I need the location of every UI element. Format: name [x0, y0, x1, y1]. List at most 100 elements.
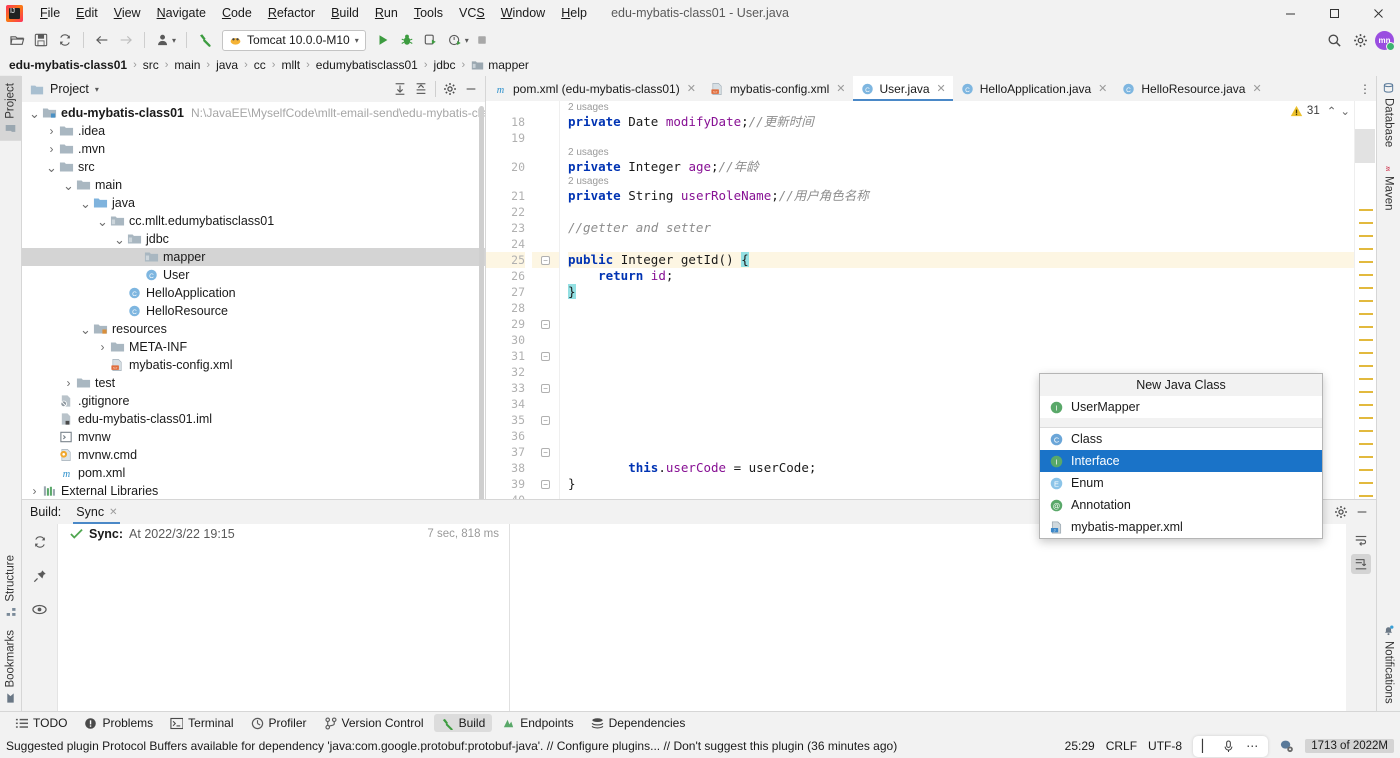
chevron-down-icon[interactable]: ⌄ [45, 161, 58, 174]
sidebar-item-database[interactable]: Database [1377, 76, 1400, 154]
tree-node[interactable]: ⌄ cc.mllt.edumybatisclass01 [22, 212, 485, 230]
breadcrumb-item-8[interactable]: mapper [468, 57, 532, 73]
fold-marker-icon[interactable]: − [532, 476, 559, 492]
fold-marker-icon[interactable]: − [532, 412, 559, 428]
project-tree[interactable]: ⌄ edu-mybatis-class01 N:\JavaEE\MyselfCode… [22, 102, 485, 499]
inspection-marker[interactable] [1359, 404, 1373, 406]
close-icon[interactable]: ✕ [1098, 82, 1107, 95]
tree-node[interactable]: ⌄ src [22, 158, 485, 176]
tree-node[interactable]: C User [22, 266, 485, 284]
tool-window-button-endpoints[interactable]: Endpoints [495, 714, 580, 732]
breadcrumb-item-4[interactable]: cc [251, 57, 269, 73]
breadcrumb-item-2[interactable]: main [171, 57, 203, 73]
next-highlight-icon[interactable]: ⌄ [1340, 104, 1350, 118]
menu-build[interactable]: Build [323, 3, 367, 23]
line-separator[interactable]: CRLF [1106, 739, 1137, 753]
inspection-marker[interactable] [1359, 274, 1373, 276]
debug-button[interactable] [396, 29, 418, 51]
settings-gear-icon[interactable] [1349, 29, 1371, 51]
inspection-marker[interactable] [1359, 482, 1373, 484]
prev-highlight-icon[interactable]: ⌃ [1327, 104, 1337, 118]
chevron-right-icon[interactable]: › [28, 484, 41, 498]
profiles-icon[interactable] [152, 29, 174, 51]
sidebar-item-project[interactable]: Project [0, 76, 21, 141]
build-hammer-icon[interactable] [194, 29, 216, 51]
tree-node[interactable]: › test [22, 374, 485, 392]
build-tab-sync[interactable]: Sync ✕ [71, 500, 122, 524]
popup-option-enum[interactable]: E Enum [1040, 472, 1322, 494]
menu-file[interactable]: FFileile [32, 3, 68, 23]
chevron-right-icon[interactable]: › [45, 124, 58, 138]
editor-tab[interactable]: C HelloResource.java ✕ [1114, 76, 1268, 101]
breadcrumb-item-0[interactable]: edu-mybatis-class01 [6, 57, 130, 73]
tree-node[interactable]: C HelloApplication [22, 284, 485, 302]
chevron-down-icon[interactable]: ⌄ [79, 323, 92, 336]
tree-node-selected[interactable]: mapper [22, 248, 485, 266]
tree-node[interactable]: › External Libraries [22, 482, 485, 499]
inspection-marker[interactable] [1359, 443, 1373, 445]
chevron-right-icon[interactable]: › [62, 376, 75, 390]
tool-window-button-dependencies[interactable]: Dependencies [584, 714, 693, 732]
chevron-down-icon[interactable]: ⌄ [79, 197, 92, 210]
toggle-view-icon[interactable] [30, 600, 50, 620]
scroll-to-end-icon[interactable] [1351, 554, 1371, 574]
popup-name-entry[interactable]: I UserMapper [1040, 396, 1322, 418]
chevron-down-icon[interactable]: ⌄ [113, 233, 126, 246]
inspection-marker[interactable] [1359, 287, 1373, 289]
fold-marker-icon[interactable]: − [532, 316, 559, 332]
inspection-marker[interactable] [1359, 248, 1373, 250]
tree-node[interactable]: <> mybatis-config.xml [22, 356, 485, 374]
caret-position[interactable]: 25:29 [1065, 739, 1095, 753]
menu-code[interactable]: Code [214, 3, 260, 23]
inspection-marker[interactable] [1359, 469, 1373, 471]
close-button[interactable] [1356, 0, 1400, 26]
sidebar-item-notifications[interactable]: Notifications [1377, 618, 1400, 711]
menu-run[interactable]: Run [367, 3, 406, 23]
tree-node[interactable]: ⌄ jdbc [22, 230, 485, 248]
new-java-class-popup[interactable]: New Java Class I UserMapper C Class I In… [1039, 373, 1323, 539]
inspection-marker[interactable] [1359, 456, 1373, 458]
project-chevron-down-icon[interactable]: ▾ [95, 85, 99, 94]
chevron-down-icon[interactable]: ⌄ [28, 107, 41, 120]
editor-tab[interactable]: m pom.xml (edu-mybatis-class01) ✕ [486, 76, 703, 101]
inspection-marker[interactable] [1359, 417, 1373, 419]
run-button[interactable] [372, 29, 394, 51]
expand-all-icon[interactable] [390, 79, 410, 99]
menu-navigate[interactable]: Navigate [149, 3, 214, 23]
profile-button[interactable] [444, 29, 466, 51]
minimize-button[interactable] [1268, 0, 1312, 26]
indent-icon[interactable]: ▏ [1202, 739, 1211, 753]
hide-panel-icon[interactable] [461, 79, 481, 99]
popup-option-class[interactable]: C Class [1040, 428, 1322, 450]
rerun-sync-icon[interactable] [30, 532, 50, 552]
tool-window-button-problems[interactable]: Problems [77, 714, 160, 732]
tree-node[interactable]: edu-mybatis-class01.iml [22, 410, 485, 428]
inspection-marker[interactable] [1359, 326, 1373, 328]
more-options-icon[interactable]: ⋯ [1246, 739, 1259, 753]
breadcrumb-item-3[interactable]: java [213, 57, 241, 73]
inspection-marker[interactable] [1359, 391, 1373, 393]
menu-tools[interactable]: Tools [406, 3, 451, 23]
tree-node[interactable]: › .mvn [22, 140, 485, 158]
tool-window-button-terminal[interactable]: Terminal [163, 714, 240, 732]
tree-node[interactable]: ⌄ java [22, 194, 485, 212]
inspection-marker[interactable] [1359, 209, 1373, 211]
inspection-marker[interactable] [1359, 300, 1373, 302]
build-settings-gear-icon[interactable] [1331, 502, 1351, 522]
close-icon[interactable]: ✕ [687, 82, 696, 95]
tool-window-button-build[interactable]: Build [433, 714, 493, 732]
tree-node[interactable]: mvnw.cmd [22, 446, 485, 464]
breadcrumb-item-7[interactable]: jdbc [431, 57, 459, 73]
inspection-summary[interactable]: 31 ⌃ ⌄ [1290, 104, 1350, 118]
fold-marker-icon[interactable]: − [532, 380, 559, 396]
menu-help[interactable]: Help [553, 3, 595, 23]
close-icon[interactable]: ✕ [1252, 82, 1261, 95]
breadcrumb-item-6[interactable]: edumybatisclass01 [313, 57, 421, 73]
tree-node[interactable]: › META-INF [22, 338, 485, 356]
menu-refactor[interactable]: Refactor [260, 3, 323, 23]
sidebar-item-bookmarks[interactable]: Bookmarks [0, 623, 21, 711]
tree-node[interactable]: .gitignore [22, 392, 485, 410]
collapse-all-icon[interactable] [411, 79, 431, 99]
close-icon[interactable]: ✕ [836, 82, 845, 95]
run-configuration-selector[interactable]: Tomcat 10.0.0-M10 ▾ [222, 29, 366, 51]
